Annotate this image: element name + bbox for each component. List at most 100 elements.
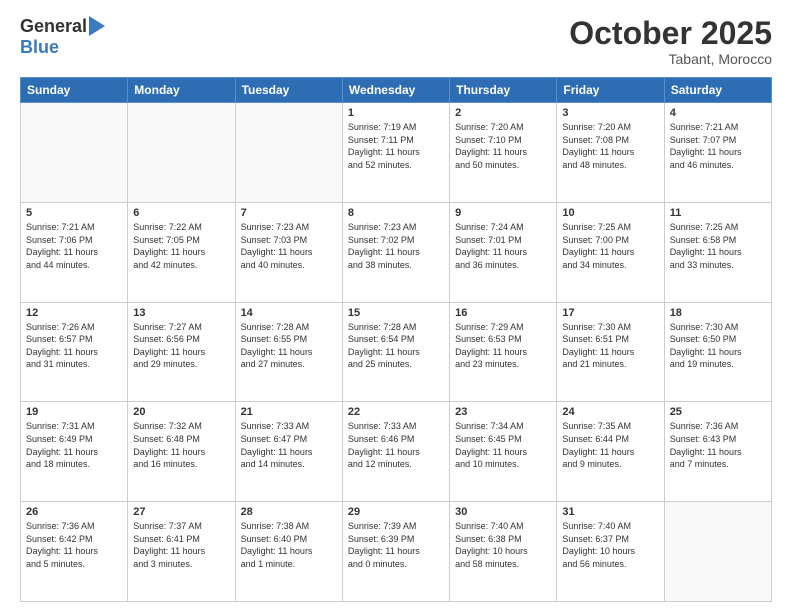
day-info: Sunrise: 7:23 AM Sunset: 7:03 PM Dayligh… [241, 221, 337, 271]
day-info: Sunrise: 7:22 AM Sunset: 7:05 PM Dayligh… [133, 221, 229, 271]
day-number: 27 [133, 506, 229, 518]
day-number: 7 [241, 207, 337, 219]
day-info: Sunrise: 7:21 AM Sunset: 7:06 PM Dayligh… [26, 221, 122, 271]
day-number: 26 [26, 506, 122, 518]
calendar-cell: 23Sunrise: 7:34 AM Sunset: 6:45 PM Dayli… [450, 402, 557, 502]
day-number: 15 [348, 307, 444, 319]
calendar-cell: 5Sunrise: 7:21 AM Sunset: 7:06 PM Daylig… [21, 202, 128, 302]
calendar-week-5: 26 Sunrise: 7:36 AM Sunset: 6:42 PM Dayli… [21, 502, 772, 602]
day-info: Sunrise: 7:36 AM Sunset: 6:43 PM Dayligh… [670, 420, 766, 470]
calendar-cell: 3 Sunrise: 7:20 AM Sunset: 7:08 PM Daylig… [557, 103, 664, 203]
day-info: Sunrise: 7:33 AM Sunset: 6:47 PM Dayligh… [241, 420, 337, 470]
calendar-cell: 12Sunrise: 7:26 AM Sunset: 6:57 PM Dayli… [21, 302, 128, 402]
day-number: 1 [348, 107, 444, 119]
day-number: 11 [670, 207, 766, 219]
calendar-week-1: 1 Sunrise: 7:19 AM Sunset: 7:11 PM Daylig… [21, 103, 772, 203]
header-tuesday: Tuesday [235, 78, 342, 103]
logo-arrow-icon [89, 16, 105, 36]
calendar-cell: 13 Sunrise: 7:27 AM Sunset: 6:56 PM Dayli… [128, 302, 235, 402]
day-info: Sunrise: 7:37 AM Sunset: 6:41 PM Dayligh… [133, 520, 229, 570]
calendar-cell: 16 Sunrise: 7:29 AM Sunset: 6:53 PM Dayli… [450, 302, 557, 402]
day-info: Sunrise: 7:19 AM Sunset: 7:11 PM Dayligh… [348, 121, 444, 171]
calendar-cell: 25 Sunrise: 7:36 AM Sunset: 6:43 PM Dayli… [664, 402, 771, 502]
day-info: Sunrise: 7:30 AM Sunset: 6:51 PM Dayligh… [562, 321, 658, 371]
day-number: 24 [562, 406, 658, 418]
day-number: 18 [670, 307, 766, 319]
day-info: Sunrise: 7:24 AM Sunset: 7:01 PM Dayligh… [455, 221, 551, 271]
calendar-week-3: 12Sunrise: 7:26 AM Sunset: 6:57 PM Dayli… [21, 302, 772, 402]
day-number: 31 [562, 506, 658, 518]
day-info: Sunrise: 7:33 AM Sunset: 6:46 PM Dayligh… [348, 420, 444, 470]
header-wednesday: Wednesday [342, 78, 449, 103]
calendar-cell: 22Sunrise: 7:33 AM Sunset: 6:46 PM Dayli… [342, 402, 449, 502]
day-number: 13 [133, 307, 229, 319]
calendar-cell: 30 Sunrise: 7:40 AM Sunset: 6:38 PM Dayli… [450, 502, 557, 602]
day-info: Sunrise: 7:39 AM Sunset: 6:39 PM Dayligh… [348, 520, 444, 570]
day-number: 19 [26, 406, 122, 418]
calendar-cell: 9 Sunrise: 7:24 AM Sunset: 7:01 PM Daylig… [450, 202, 557, 302]
day-info: Sunrise: 7:36 AM Sunset: 6:42 PM Dayligh… [26, 520, 122, 570]
day-info: Sunrise: 7:29 AM Sunset: 6:53 PM Dayligh… [455, 321, 551, 371]
day-info: Sunrise: 7:31 AM Sunset: 6:49 PM Dayligh… [26, 420, 122, 470]
calendar-cell: 27 Sunrise: 7:37 AM Sunset: 6:41 PM Dayli… [128, 502, 235, 602]
calendar-cell: 14 Sunrise: 7:28 AM Sunset: 6:55 PM Dayli… [235, 302, 342, 402]
calendar-cell: 21 Sunrise: 7:33 AM Sunset: 6:47 PM Dayli… [235, 402, 342, 502]
calendar-cell: 24Sunrise: 7:35 AM Sunset: 6:44 PM Dayli… [557, 402, 664, 502]
calendar-cell: 19 Sunrise: 7:31 AM Sunset: 6:49 PM Dayli… [21, 402, 128, 502]
logo: General Blue [20, 16, 105, 58]
day-number: 8 [348, 207, 444, 219]
day-info: Sunrise: 7:20 AM Sunset: 7:08 PM Dayligh… [562, 121, 658, 171]
calendar-cell [664, 502, 771, 602]
calendar-cell: 8 Sunrise: 7:23 AM Sunset: 7:02 PM Daylig… [342, 202, 449, 302]
calendar-cell [21, 103, 128, 203]
logo-blue-text: Blue [20, 37, 59, 58]
header-monday: Monday [128, 78, 235, 103]
calendar-cell: 4Sunrise: 7:21 AM Sunset: 7:07 PM Daylig… [664, 103, 771, 203]
day-number: 12 [26, 307, 122, 319]
day-number: 30 [455, 506, 551, 518]
day-info: Sunrise: 7:32 AM Sunset: 6:48 PM Dayligh… [133, 420, 229, 470]
calendar-cell: 2 Sunrise: 7:20 AM Sunset: 7:10 PM Daylig… [450, 103, 557, 203]
day-info: Sunrise: 7:23 AM Sunset: 7:02 PM Dayligh… [348, 221, 444, 271]
calendar-week-4: 19 Sunrise: 7:31 AM Sunset: 6:49 PM Dayli… [21, 402, 772, 502]
day-number: 14 [241, 307, 337, 319]
calendar-cell: 29 Sunrise: 7:39 AM Sunset: 6:39 PM Dayli… [342, 502, 449, 602]
calendar-cell: 26 Sunrise: 7:36 AM Sunset: 6:42 PM Dayli… [21, 502, 128, 602]
day-info: Sunrise: 7:38 AM Sunset: 6:40 PM Dayligh… [241, 520, 337, 570]
header-thursday: Thursday [450, 78, 557, 103]
calendar-cell: 7 Sunrise: 7:23 AM Sunset: 7:03 PM Daylig… [235, 202, 342, 302]
day-info: Sunrise: 7:25 AM Sunset: 6:58 PM Dayligh… [670, 221, 766, 271]
day-number: 28 [241, 506, 337, 518]
day-number: 2 [455, 107, 551, 119]
month-title: October 2025 [569, 16, 772, 51]
calendar-cell: 6 Sunrise: 7:22 AM Sunset: 7:05 PM Daylig… [128, 202, 235, 302]
day-info: Sunrise: 7:40 AM Sunset: 6:37 PM Dayligh… [562, 520, 658, 570]
day-info: Sunrise: 7:28 AM Sunset: 6:54 PM Dayligh… [348, 321, 444, 371]
calendar-cell [128, 103, 235, 203]
day-number: 4 [670, 107, 766, 119]
calendar-cell: 18Sunrise: 7:30 AM Sunset: 6:50 PM Dayli… [664, 302, 771, 402]
calendar-cell: 15 Sunrise: 7:28 AM Sunset: 6:54 PM Dayli… [342, 302, 449, 402]
title-section: October 2025 Tabant, Morocco [569, 16, 772, 67]
calendar-header-row: Sunday Monday Tuesday Wednesday Thursday… [21, 78, 772, 103]
day-number: 23 [455, 406, 551, 418]
day-info: Sunrise: 7:40 AM Sunset: 6:38 PM Dayligh… [455, 520, 551, 570]
day-info: Sunrise: 7:28 AM Sunset: 6:55 PM Dayligh… [241, 321, 337, 371]
day-info: Sunrise: 7:27 AM Sunset: 6:56 PM Dayligh… [133, 321, 229, 371]
day-number: 9 [455, 207, 551, 219]
day-number: 6 [133, 207, 229, 219]
day-number: 20 [133, 406, 229, 418]
day-number: 3 [562, 107, 658, 119]
location: Tabant, Morocco [569, 51, 772, 67]
day-number: 25 [670, 406, 766, 418]
day-number: 16 [455, 307, 551, 319]
calendar-cell: 20 Sunrise: 7:32 AM Sunset: 6:48 PM Dayli… [128, 402, 235, 502]
day-number: 17 [562, 307, 658, 319]
header: General Blue October 2025 Tabant, Morocc… [20, 16, 772, 67]
day-number: 29 [348, 506, 444, 518]
logo-general-text: General [20, 16, 87, 37]
calendar-cell: 1 Sunrise: 7:19 AM Sunset: 7:11 PM Daylig… [342, 103, 449, 203]
header-saturday: Saturday [664, 78, 771, 103]
day-number: 21 [241, 406, 337, 418]
day-info: Sunrise: 7:20 AM Sunset: 7:10 PM Dayligh… [455, 121, 551, 171]
